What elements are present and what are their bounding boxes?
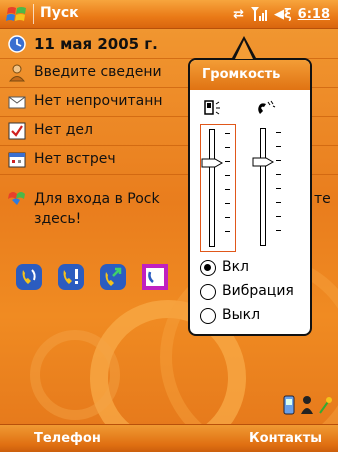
volume-popup-header: Громкость bbox=[190, 60, 310, 90]
slider-tick bbox=[276, 174, 281, 175]
notification-tray bbox=[282, 395, 332, 415]
tasks-text: Нет дел bbox=[34, 122, 93, 138]
right-soft-key[interactable]: Контакты bbox=[249, 431, 322, 446]
wireless-icon[interactable] bbox=[318, 395, 332, 415]
phone-call-icon[interactable] bbox=[14, 262, 44, 292]
slider-tick bbox=[225, 217, 230, 218]
slider-tick bbox=[276, 188, 281, 189]
slider-tick bbox=[225, 175, 230, 176]
device-speaker-icon bbox=[204, 100, 220, 115]
status-icons: ⇄ ◀ξ 6:18 bbox=[233, 4, 330, 24]
sound-off-radio[interactable]: Выкл bbox=[200, 306, 310, 328]
radio-label: Вкл bbox=[222, 259, 250, 275]
volume-icon[interactable]: ◀ξ bbox=[274, 7, 292, 22]
slider-tick bbox=[225, 231, 230, 232]
slider-thumb[interactable] bbox=[252, 157, 274, 167]
slider-tick bbox=[225, 161, 230, 162]
slider-tick bbox=[276, 146, 281, 147]
slider-track bbox=[260, 128, 266, 246]
start-menu-button[interactable]: Пуск bbox=[40, 5, 79, 21]
phone-ringer-icon bbox=[258, 100, 276, 114]
today-date-row[interactable]: 11 мая 2005 г. bbox=[0, 30, 338, 58]
sound-on-radio[interactable]: Вкл bbox=[200, 258, 310, 280]
clock-icon bbox=[8, 35, 26, 53]
today-screen: Пуск ⇄ ◀ξ 6:18 11 мая 2005 г. Введите св… bbox=[0, 0, 338, 452]
title-bar: Пуск ⇄ ◀ξ 6:18 bbox=[0, 0, 338, 29]
envelope-icon bbox=[8, 96, 26, 109]
slider-tick bbox=[225, 203, 230, 204]
slider-tick bbox=[225, 133, 230, 134]
person-icon bbox=[8, 64, 26, 82]
voicemail-icon[interactable] bbox=[140, 262, 170, 292]
owner-info-text: Введите сведени bbox=[34, 64, 162, 80]
radio-dot bbox=[200, 260, 216, 276]
ringer-volume-slider[interactable] bbox=[252, 124, 286, 250]
soft-key-bar: Телефон Контакты bbox=[0, 424, 338, 452]
slider-tick bbox=[276, 202, 281, 203]
slider-tick bbox=[276, 160, 281, 161]
popup-pointer-fill bbox=[235, 40, 253, 59]
background-ring bbox=[30, 330, 120, 420]
radio-dot bbox=[200, 284, 216, 300]
today-date: 11 мая 2005 г. bbox=[34, 35, 158, 53]
signal-strength-icon[interactable] bbox=[250, 6, 268, 22]
clock[interactable]: 6:18 bbox=[298, 7, 330, 22]
bluetooth-person-icon[interactable] bbox=[300, 395, 314, 415]
radio-label: Вибрация bbox=[222, 283, 294, 299]
title-separator bbox=[33, 4, 34, 24]
slider-tick bbox=[276, 216, 281, 217]
call-forward-icon[interactable] bbox=[98, 262, 128, 292]
slider-tick bbox=[276, 132, 281, 133]
radio-label: Выкл bbox=[222, 307, 261, 323]
slider-thumb[interactable] bbox=[201, 158, 223, 168]
missed-call-icon[interactable] bbox=[56, 262, 86, 292]
radio-dot bbox=[200, 308, 216, 324]
left-soft-key[interactable]: Телефон bbox=[34, 431, 101, 446]
volume-popup-title: Громкость bbox=[202, 67, 281, 82]
connectivity-icon[interactable]: ⇄ bbox=[233, 7, 244, 22]
slider-tick bbox=[276, 230, 281, 231]
system-volume-slider[interactable] bbox=[200, 124, 236, 252]
info-text-line1-tail: те bbox=[314, 191, 331, 207]
messages-text: Нет непрочитанн bbox=[34, 93, 163, 109]
device-icon[interactable] bbox=[282, 395, 296, 415]
calendar-icon bbox=[8, 152, 26, 168]
slider-tick bbox=[225, 189, 230, 190]
calendar-text: Нет встреч bbox=[34, 151, 116, 167]
task-checkbox-icon bbox=[8, 122, 26, 140]
volume-popup: Громкость Вкл Вибрация Выкл bbox=[188, 58, 312, 336]
slider-track bbox=[209, 129, 215, 247]
vibrate-radio[interactable]: Вибрация bbox=[200, 282, 310, 304]
windows-flag-icon[interactable] bbox=[6, 4, 28, 24]
slider-tick bbox=[225, 147, 230, 148]
windows-mobile-logo-icon bbox=[8, 192, 25, 205]
